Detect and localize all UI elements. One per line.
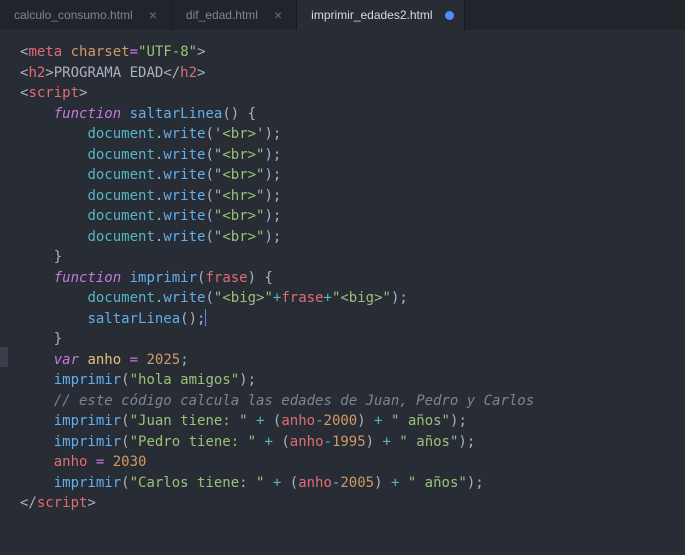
code-line: saltarLinea(); — [20, 309, 685, 330]
code-line: } — [20, 247, 685, 268]
code-line: <meta charset="UTF-8"> — [20, 42, 685, 63]
close-icon[interactable]: × — [270, 7, 286, 23]
code-line: </script> — [20, 493, 685, 514]
code-line: imprimir("Juan tiene: " + (anho-2000) + … — [20, 411, 685, 432]
code-line: document.write("<br>"); — [20, 227, 685, 248]
code-line: imprimir("hola amigos"); — [20, 370, 685, 391]
code-line: function imprimir(frase) { — [20, 268, 685, 289]
tab-label: calculo_consumo.html — [14, 8, 133, 22]
code-line: imprimir("Pedro tiene: " + (anho-1995) +… — [20, 432, 685, 453]
code-line: var anho = 2025; — [20, 350, 685, 371]
code-line: document.write('<br>'); — [20, 124, 685, 145]
code-line: anho = 2030 — [20, 452, 685, 473]
tab-imprimir-edades2[interactable]: imprimir_edades2.html — [297, 0, 464, 30]
code-line: document.write("<hr>"); — [20, 186, 685, 207]
text-cursor — [205, 309, 206, 326]
code-line: // este código calcula las edades de Jua… — [20, 391, 685, 412]
code-line: <script> — [20, 83, 685, 104]
code-line: <h2>PROGRAMA EDAD</h2> — [20, 63, 685, 84]
code-line: imprimir("Carlos tiene: " + (anho-2005) … — [20, 473, 685, 494]
gutter-highlight — [0, 347, 8, 367]
tab-calculo-consumo[interactable]: calculo_consumo.html × — [0, 0, 172, 30]
modified-dot-icon — [445, 11, 454, 20]
code-line: document.write("<br>"); — [20, 206, 685, 227]
code-line: function saltarLinea() { — [20, 104, 685, 125]
tab-bar: calculo_consumo.html × dif_edad.html × i… — [0, 0, 685, 30]
code-line: document.write("<big>"+frase+"<big>"); — [20, 288, 685, 309]
code-line: document.write("<br>"); — [20, 145, 685, 166]
tab-dif-edad[interactable]: dif_edad.html × — [172, 0, 297, 30]
close-icon[interactable]: × — [145, 7, 161, 23]
code-editor[interactable]: <meta charset="UTF-8"> <h2>PROGRAMA EDAD… — [0, 30, 685, 526]
tab-label: imprimir_edades2.html — [311, 8, 432, 22]
code-line: } — [20, 329, 685, 350]
code-line: document.write("<br>"); — [20, 165, 685, 186]
tab-label: dif_edad.html — [186, 8, 258, 22]
